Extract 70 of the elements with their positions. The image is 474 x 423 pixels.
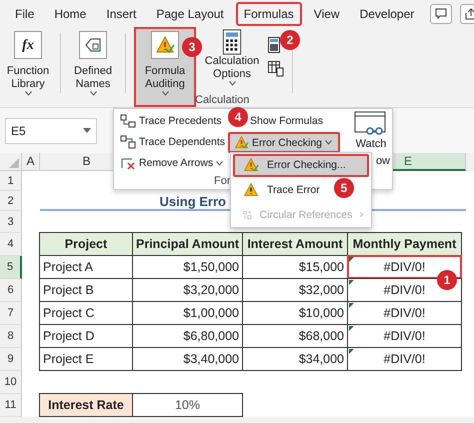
row-header[interactable]: 3	[0, 211, 22, 233]
ribbon-tab[interactable]: View	[306, 2, 348, 26]
column-header-cell: Monthly Payment	[347, 232, 462, 256]
table-cell: #DIV/0!	[347, 324, 462, 348]
warning-icon	[243, 182, 259, 198]
caret-icon	[90, 91, 96, 96]
caret-icon	[162, 91, 168, 96]
row-header[interactable]: 10	[0, 371, 22, 394]
watch-window-label: ow	[376, 155, 390, 168]
error-checking-button[interactable]: Error Checking	[228, 132, 340, 153]
function-icon: fx	[14, 31, 42, 59]
row-header[interactable]: 6	[0, 279, 22, 302]
caret-icon	[216, 160, 224, 166]
trace-dependents-icon	[120, 135, 136, 149]
comment-icon	[435, 8, 448, 19]
ribbon-button[interactable]: Calculation Options	[202, 27, 262, 86]
ribbon-tab[interactable]: Developer	[352, 2, 422, 26]
watch-window-icon	[354, 111, 388, 137]
row-header[interactable]: 5	[0, 256, 22, 279]
ribbon-tab[interactable]: File	[7, 2, 42, 26]
remove-arrows-icon	[120, 156, 136, 170]
share-icon	[465, 8, 474, 20]
row-header[interactable]: 8	[0, 325, 22, 348]
caret-icon	[228, 81, 236, 86]
row-header[interactable]: 4	[0, 233, 22, 256]
caret-icon	[325, 140, 332, 145]
row-header[interactable]: 9	[0, 348, 22, 371]
column-header-cell: Project	[39, 232, 133, 256]
menu-item[interactable]: Trace Dependents	[120, 132, 225, 152]
ribbon-tab[interactable]: Insert	[98, 2, 144, 26]
name-box[interactable]: E5	[5, 118, 97, 144]
column-header-cell: Interest Amount	[242, 232, 348, 256]
group-label: For	[214, 175, 230, 187]
warning-check-icon	[243, 157, 259, 174]
warning-check-icon	[155, 35, 175, 55]
row-header[interactable]: 1	[0, 171, 22, 191]
trace-precedents-icon	[120, 114, 136, 128]
watch-window-label: Watch	[356, 138, 386, 151]
ribbon-tab[interactable]: Home	[46, 2, 94, 26]
callout-badge: 2	[280, 30, 300, 50]
column-header[interactable]: A	[22, 153, 40, 171]
chevron-right-icon	[360, 210, 363, 220]
ribbon-tab[interactable]: Formulas	[236, 2, 302, 26]
calculator-icon	[268, 37, 280, 53]
select-all-icon	[9, 158, 19, 168]
ribbon-button[interactable]: Defined Names	[69, 27, 117, 107]
comment-button[interactable]	[430, 4, 452, 24]
callout-badge: 3	[182, 37, 202, 57]
sheet-title: Using Erro	[160, 194, 226, 209]
tag-icon	[84, 36, 102, 54]
cell-reference: E5	[11, 124, 26, 138]
ribbon-button[interactable]: fx Function Library	[4, 27, 52, 107]
row-header[interactable]: 7	[0, 302, 22, 325]
column-header-cell: Principal Amount	[132, 232, 243, 256]
menu-item[interactable]: Show Formulas	[250, 111, 323, 131]
table-cell: Project E	[39, 347, 133, 371]
sheet-calculator-icon	[268, 61, 284, 77]
row-header[interactable]: 11	[0, 394, 22, 417]
table-cell: 10%	[132, 393, 243, 417]
warning-check-icon	[234, 135, 249, 150]
dropdown-arrow-icon	[83, 128, 91, 133]
table-cell: #DIV/0!	[347, 347, 462, 371]
table-cell: Interest Rate	[39, 393, 133, 417]
row-header[interactable]: 2	[0, 191, 22, 211]
ribbon-tab[interactable]: Page Layout	[148, 2, 232, 26]
menu-item[interactable]: Error Checking...	[233, 154, 369, 177]
table-cell: #DIV/0!	[347, 301, 462, 325]
calculator-icon	[222, 29, 242, 55]
menu-item[interactable]: Trace Precedents	[120, 111, 222, 131]
caret-icon	[24, 91, 32, 96]
